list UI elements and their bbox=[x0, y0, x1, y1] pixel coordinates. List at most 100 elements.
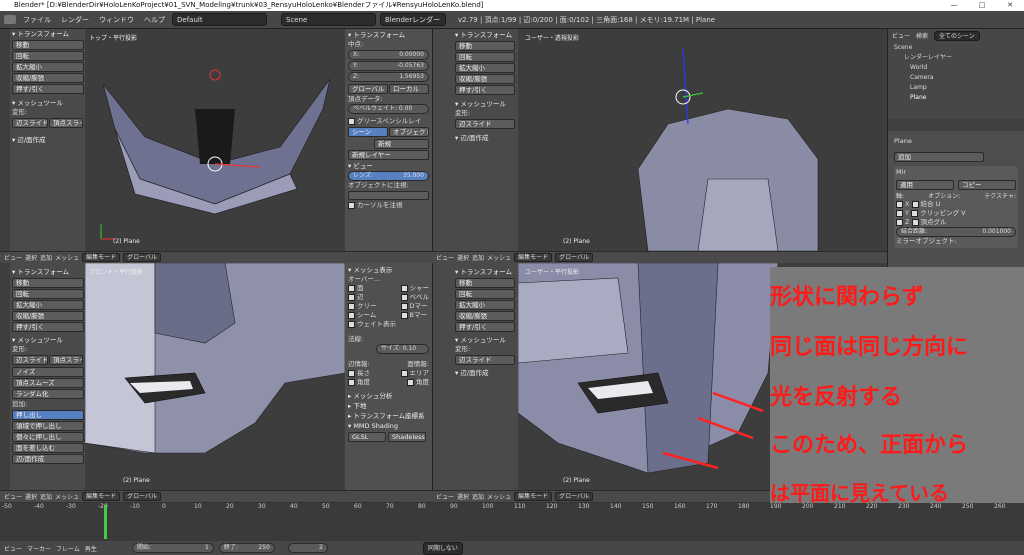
outliner-plane[interactable]: Plane bbox=[888, 93, 1024, 103]
bl-scale-button[interactable]: 拡大縮小 bbox=[12, 300, 84, 310]
tr-rotate-button[interactable]: 回転 bbox=[455, 52, 515, 62]
outliner-view-menu[interactable]: ビュー bbox=[892, 31, 910, 41]
hdr-add-bl[interactable]: 追加 bbox=[40, 492, 52, 501]
shading-header[interactable]: ▸ 下地 bbox=[348, 401, 429, 411]
viewport-top-left[interactable]: トップ・平行投影 (2) Plane bbox=[85, 29, 345, 251]
hdr-mesh-br[interactable]: メッシュ bbox=[487, 492, 511, 501]
menu-window[interactable]: ウィンドウ bbox=[96, 15, 137, 25]
vgroup-checkbox[interactable] bbox=[911, 218, 919, 226]
tr-move-button[interactable]: 移動 bbox=[455, 41, 515, 51]
local-button[interactable]: ローカル bbox=[389, 84, 429, 94]
current-frame-marker[interactable] bbox=[104, 505, 107, 539]
minimize-button[interactable]: — bbox=[940, 0, 968, 11]
merge-distance-field[interactable]: 結合距離: 0.001000 bbox=[896, 227, 1016, 237]
br-edge-slide-button[interactable]: 辺スライド bbox=[455, 355, 515, 365]
outliner-lamp[interactable]: Lamp bbox=[888, 83, 1024, 93]
outliner-world[interactable]: World bbox=[888, 63, 1024, 73]
br-transform-header[interactable]: ▾ トランスフォーム bbox=[455, 267, 515, 277]
dmark-checkbox[interactable] bbox=[400, 302, 408, 310]
axis-z-checkbox[interactable] bbox=[896, 218, 903, 226]
object-button[interactable]: オブジェクト bbox=[389, 127, 429, 137]
mmd-shading-header[interactable]: ▾ MMD Shading bbox=[348, 421, 429, 431]
faces-checkbox[interactable] bbox=[348, 284, 355, 292]
z-field[interactable]: Z: 1.56953 bbox=[348, 72, 429, 82]
bl-shrink-button[interactable]: 収縮/膨張 bbox=[12, 311, 84, 321]
scale-button[interactable]: 拡大縮小 bbox=[12, 62, 84, 72]
tl-playback[interactable]: 再生 bbox=[85, 544, 97, 553]
mode-select-bl[interactable]: 編集モード bbox=[82, 492, 121, 501]
br-pushpull-button[interactable]: 押す/引く bbox=[455, 322, 515, 332]
weight-display-checkbox[interactable] bbox=[348, 320, 355, 328]
bl-move-button[interactable]: 移動 bbox=[12, 278, 84, 288]
transform-orient-header[interactable]: ▸ トランスフォーム座標系 bbox=[348, 411, 429, 421]
close-button[interactable]: ✕ bbox=[996, 0, 1024, 11]
bl-pushpull-button[interactable]: 押す/引く bbox=[12, 322, 84, 332]
lock-cursor-checkbox[interactable] bbox=[348, 201, 355, 209]
tl-frame[interactable]: フレーム bbox=[56, 544, 80, 553]
grease-pencil-checkbox[interactable] bbox=[348, 117, 355, 125]
new-layer-button[interactable]: 新規レイヤー bbox=[348, 150, 429, 160]
bevel-weight-field[interactable]: ベベルウェイト: 0.00 bbox=[348, 104, 429, 114]
angle-checkbox[interactable] bbox=[348, 378, 355, 386]
smooth-vertex-button[interactable]: 頂点スムーズ bbox=[12, 378, 84, 388]
scene-button[interactable]: シーン bbox=[348, 127, 388, 137]
hdr-mesh-bl[interactable]: メッシュ bbox=[55, 492, 79, 501]
hdr-view-br[interactable]: ビュー bbox=[436, 492, 454, 501]
clipping-checkbox[interactable] bbox=[911, 209, 919, 217]
tr-edge-face-header[interactable]: ▾ 辺/面作成 bbox=[455, 133, 515, 143]
viewport-top-right[interactable]: ▾ トランスフォーム 移動 回転 拡大縮小 収縮/膨張 押す/引く ▾ メッシュ… bbox=[432, 29, 887, 251]
lock-cursor-row[interactable]: カーソルを注視 bbox=[348, 201, 429, 210]
tl-marker[interactable]: マーカー bbox=[27, 544, 51, 553]
add-modifier[interactable]: 追加 bbox=[894, 152, 984, 162]
lock-object-field[interactable] bbox=[348, 191, 429, 200]
vertex-slide-button[interactable]: 頂点スライド bbox=[49, 118, 83, 128]
mesh-display-header[interactable]: ▾ メッシュ表示 bbox=[348, 265, 429, 275]
bl-rotate-button[interactable]: 回転 bbox=[12, 289, 84, 299]
br-mesh-tools-header[interactable]: ▾ メッシュツール bbox=[455, 335, 515, 345]
mirror-modifier-name[interactable]: Mir bbox=[896, 168, 1016, 177]
tl-view[interactable]: ビュー bbox=[4, 544, 22, 553]
merge-checkbox[interactable] bbox=[911, 200, 919, 208]
menu-help[interactable]: ヘルプ bbox=[141, 15, 168, 25]
bl-vertex-slide-button[interactable]: 頂点スライド bbox=[49, 355, 83, 365]
menu-file[interactable]: ファイル bbox=[20, 15, 54, 25]
hdr-select[interactable]: 選択 bbox=[25, 253, 37, 262]
outliner-scene[interactable]: Scene bbox=[888, 43, 1024, 53]
timeline[interactable]: -50 -40 -30 -20 -10 0 10 20 30 40 50 60 70 80 90 100 110… bbox=[0, 503, 1024, 541]
scene-field[interactable]: Scene bbox=[281, 13, 376, 26]
extrude-region-button[interactable]: 領域で押し出し bbox=[12, 421, 84, 431]
properties-tabs[interactable] bbox=[888, 119, 1024, 131]
hdr-mesh[interactable]: メッシュ bbox=[55, 253, 79, 262]
br-move-button[interactable]: 移動 bbox=[455, 278, 515, 288]
axis-y-checkbox[interactable] bbox=[896, 209, 903, 217]
shadeless-button[interactable]: Shadeless bbox=[388, 432, 426, 442]
editor-type-icon[interactable] bbox=[4, 15, 16, 24]
crease-checkbox[interactable] bbox=[348, 302, 355, 310]
orient-select[interactable]: グローバル bbox=[123, 253, 162, 262]
length-checkbox[interactable] bbox=[348, 369, 355, 377]
noise-button[interactable]: ノイズ bbox=[12, 367, 84, 377]
normal-size-field[interactable]: サイズ: 0.10 bbox=[376, 344, 429, 354]
current-frame-field[interactable]: 2 bbox=[287, 543, 328, 553]
hdr-add[interactable]: 追加 bbox=[40, 253, 52, 262]
outliner-search-menu[interactable]: 検索 bbox=[916, 31, 928, 41]
hdr-select-tr[interactable]: 選択 bbox=[457, 253, 469, 262]
inset-faces-button[interactable]: 面を差し込む bbox=[12, 443, 84, 453]
tr-transform-header[interactable]: ▾ トランスフォーム bbox=[455, 30, 515, 40]
mode-select-br[interactable]: 編集モード bbox=[514, 492, 553, 501]
hdr-select-br[interactable]: 選択 bbox=[457, 492, 469, 501]
face-angle-checkbox[interactable] bbox=[407, 378, 414, 386]
tr-pushpull-button[interactable]: 押す/引く bbox=[455, 85, 515, 95]
global-button[interactable]: グローバル bbox=[348, 84, 388, 94]
br-edge-face-header[interactable]: ▾ 辺/面作成 bbox=[455, 368, 515, 378]
bevel-checkbox[interactable] bbox=[400, 293, 408, 301]
tr-shrink-button[interactable]: 収縮/膨張 bbox=[455, 74, 515, 84]
hdr-add-tr[interactable]: 追加 bbox=[472, 253, 484, 262]
br-shrink-button[interactable]: 収縮/膨張 bbox=[455, 311, 515, 321]
layout-field[interactable]: Default bbox=[172, 13, 267, 26]
outliner-renderlayer[interactable]: レンダーレイヤー bbox=[888, 53, 1024, 63]
end-frame-field[interactable]: 終了: 250 bbox=[218, 543, 275, 553]
randomize-button[interactable]: ランダム化 bbox=[12, 389, 84, 399]
glsl-button[interactable]: GLSL bbox=[348, 432, 386, 442]
extrude-button[interactable]: 押し出し bbox=[12, 410, 84, 420]
